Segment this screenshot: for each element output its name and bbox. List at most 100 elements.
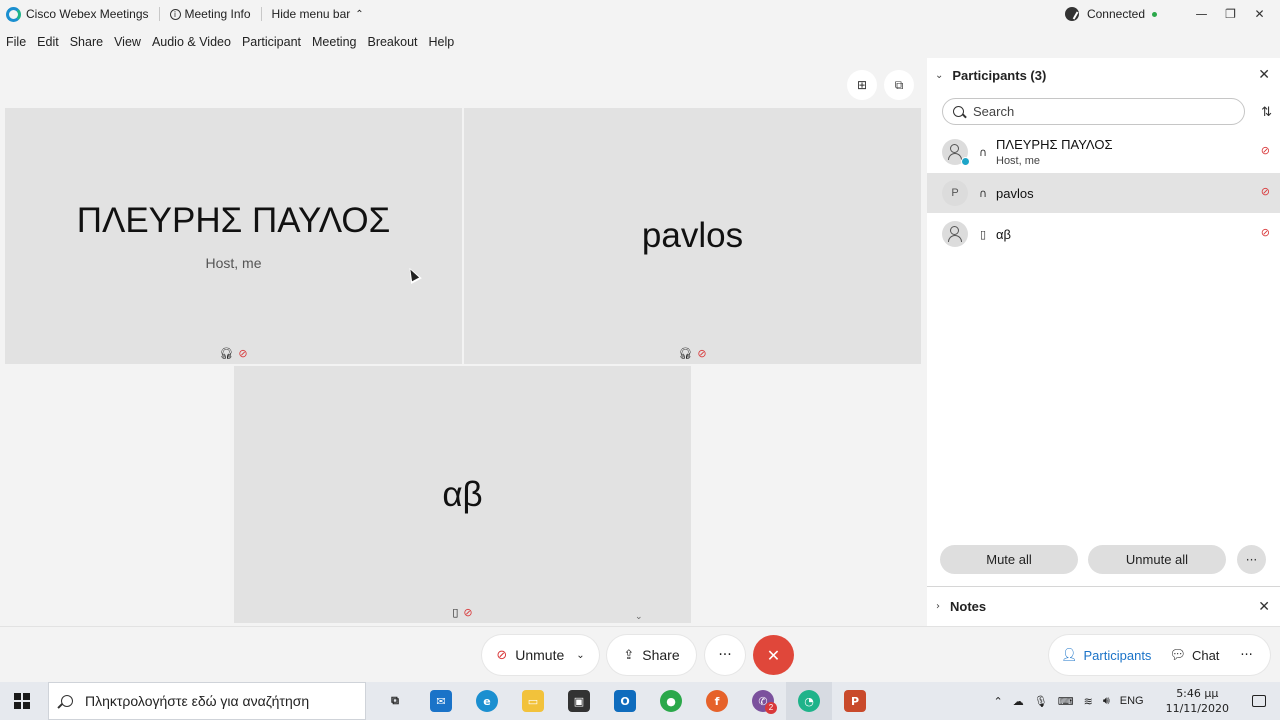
unmute-all-button[interactable]: Unmute all: [1088, 545, 1226, 574]
tile-name: ΠΛΕΥΡΗΣ ΠΑΥΛΟΣ: [76, 201, 391, 240]
share-button[interactable]: ⇪ Share: [607, 635, 696, 675]
video-tile-host[interactable]: ΠΛΕΥΡΗΣ ΠΑΥΛΟΣ Host, me 🎧︎ ⊘: [5, 108, 462, 364]
taskbar-search[interactable]: Πληκτρολογήστε εδώ για αναζήτηση: [48, 682, 366, 720]
participants-header[interactable]: ⌄ Participants (3): [927, 58, 1280, 93]
chevron-down-icon: ⌄: [935, 70, 944, 81]
unmute-label: Unmute: [515, 647, 565, 663]
participant-search[interactable]: [942, 98, 1245, 125]
sort-icon[interactable]: ⇅: [1261, 105, 1272, 120]
connection-status: Connected: [1086, 7, 1145, 21]
chevron-down-icon[interactable]: ⌄: [576, 650, 584, 661]
menu-file[interactable]: File: [6, 35, 26, 49]
participant-row[interactable]: ▯ αβ ⊘: [927, 214, 1280, 254]
clock[interactable]: 5:46 μμ 11/11/2020: [1161, 687, 1234, 715]
clock-date: 11/11/2020: [1165, 702, 1229, 715]
mic-muted-locked-icon[interactable]: ⊘: [1261, 185, 1270, 198]
popout-button[interactable]: ⧉: [884, 70, 914, 100]
unmute-all-label: Unmute all: [1125, 552, 1189, 567]
chevron-right-icon: ›: [936, 601, 940, 612]
close-icon[interactable]: ✕: [1258, 67, 1270, 83]
windows-start-icon[interactable]: [14, 693, 30, 709]
edge-icon[interactable]: e: [464, 682, 510, 720]
taskbar-search-text: Πληκτρολογήστε εδώ για αναζήτηση: [85, 693, 310, 709]
chat-toggle-button[interactable]: 💬︎ Chat: [1169, 648, 1219, 663]
unmute-button[interactable]: ⊘ Unmute ⌄: [482, 635, 599, 675]
mail-icon[interactable]: ✉: [418, 682, 464, 720]
close-window-button[interactable]: ✕: [1245, 7, 1274, 21]
participant-row[interactable]: P ∩ pavlos ⊘: [927, 173, 1280, 213]
tile-name: pavlos: [641, 216, 744, 255]
headset-icon: 🎧︎: [219, 347, 234, 360]
menu-audio-video[interactable]: Audio & Video: [152, 35, 231, 49]
chrome-icon[interactable]: ●: [648, 682, 694, 720]
divider: [260, 7, 262, 21]
presence-badge: [961, 157, 970, 166]
mic-muted-locked-icon: ⊘: [697, 347, 707, 360]
webex-taskbar-icon[interactable]: ◔: [786, 682, 832, 720]
avatar: [942, 139, 970, 166]
meeting-controls: ⊘ Unmute ⌄ ⇪ Share ··· ✕ 👤︎ Participants…: [0, 626, 1280, 682]
menu-share[interactable]: Share: [70, 35, 103, 49]
person-icon: [950, 144, 959, 153]
mute-all-button[interactable]: Mute all: [940, 545, 1078, 574]
meeting-info-button[interactable]: i Meeting Info: [169, 7, 251, 21]
mic-muted-icon[interactable]: ⊘: [1261, 144, 1270, 157]
notifications-icon[interactable]: [1252, 695, 1266, 707]
video-tile-pavlos[interactable]: pavlos 🎧︎ ⊘: [464, 108, 921, 364]
close-icon[interactable]: ✕: [1258, 599, 1270, 615]
menu-breakout[interactable]: Breakout: [367, 35, 417, 49]
video-tile-ab[interactable]: αβ ▯ ⊘: [234, 366, 691, 623]
volume-icon[interactable]: 🔊︎: [1103, 694, 1110, 708]
powerpoint-icon[interactable]: P: [832, 682, 878, 720]
app-title: Cisco Webex Meetings: [6, 6, 149, 22]
file-explorer-icon[interactable]: ▭: [510, 682, 556, 720]
menu-bar: File Edit Share View Audio & Video Parti…: [0, 32, 459, 52]
more-panels-button[interactable]: ···: [1240, 648, 1252, 663]
microphone-icon[interactable]: 🎙︎: [1034, 695, 1048, 708]
maximize-button[interactable]: ❐: [1216, 7, 1245, 21]
input-icon[interactable]: ⌨: [1058, 695, 1074, 708]
more-icon: ···: [718, 647, 732, 663]
mic-muted-locked-icon[interactable]: ⊘: [1261, 226, 1270, 239]
clock-time: 5:46 μμ: [1176, 687, 1219, 700]
more-options-button[interactable]: ···: [705, 635, 745, 675]
wifi-icon[interactable]: ≋: [1084, 695, 1093, 708]
viber-icon[interactable]: ✆ 2: [740, 682, 786, 720]
avatar: P: [942, 180, 968, 206]
search-input[interactable]: [973, 104, 1213, 119]
grid-icon: ⊞: [856, 78, 868, 92]
firefox-icon[interactable]: f: [694, 682, 740, 720]
grid-layout-button[interactable]: ⊞: [847, 70, 877, 100]
chevron-down-icon[interactable]: ⌄: [635, 612, 643, 622]
menu-participant[interactable]: Participant: [242, 35, 301, 49]
avatar-letter: P: [951, 187, 959, 199]
leave-meeting-button[interactable]: ✕: [753, 635, 794, 675]
mic-muted-icon: ⊘: [238, 347, 248, 360]
search-icon: [953, 106, 964, 117]
menu-meeting[interactable]: Meeting: [312, 35, 356, 49]
hide-menu-bar-button[interactable]: Hide menu bar ⌃: [272, 7, 364, 21]
participants-label: Participants: [1083, 647, 1152, 663]
search-icon: [61, 695, 73, 707]
store-icon[interactable]: ▣: [556, 682, 602, 720]
more-options-button[interactable]: ···: [1237, 545, 1266, 574]
language-indicator[interactable]: ENG: [1120, 695, 1144, 707]
participant-row[interactable]: ∩ ΠΛΕΥΡΗΣ ΠΑΥΛΟΣ Host, me ⊘: [927, 132, 1280, 172]
menu-help[interactable]: Help: [429, 35, 455, 49]
menu-edit[interactable]: Edit: [37, 35, 59, 49]
outlook-icon[interactable]: O: [602, 682, 648, 720]
more-icon: ···: [1240, 647, 1253, 663]
video-stage: ⊞ ⧉ ΠΛΕΥΡΗΣ ΠΑΥΛΟΣ Host, me 🎧︎ ⊘ pavlos …: [0, 58, 925, 626]
person-icon-body: [948, 153, 962, 160]
menu-view[interactable]: View: [114, 35, 141, 49]
chevron-up-icon[interactable]: ⌃: [994, 695, 1003, 708]
notes-header[interactable]: › Notes ✕: [927, 587, 1280, 626]
participant-name: αβ: [996, 226, 1011, 242]
system-tray: ⌃ ☁ 🎙︎ ⌨ ≋ 🔊︎ ENG 5:46 μμ 11/11/2020: [989, 682, 1280, 720]
minimize-button[interactable]: —: [1187, 7, 1216, 21]
participant-role: Host, me: [996, 155, 1041, 167]
cloud-icon[interactable]: ☁: [1013, 695, 1024, 708]
task-view-icon[interactable]: ⧉: [372, 682, 418, 720]
close-icon: ✕: [766, 645, 781, 665]
participants-toggle-button[interactable]: 👤︎ Participants: [1061, 648, 1151, 663]
